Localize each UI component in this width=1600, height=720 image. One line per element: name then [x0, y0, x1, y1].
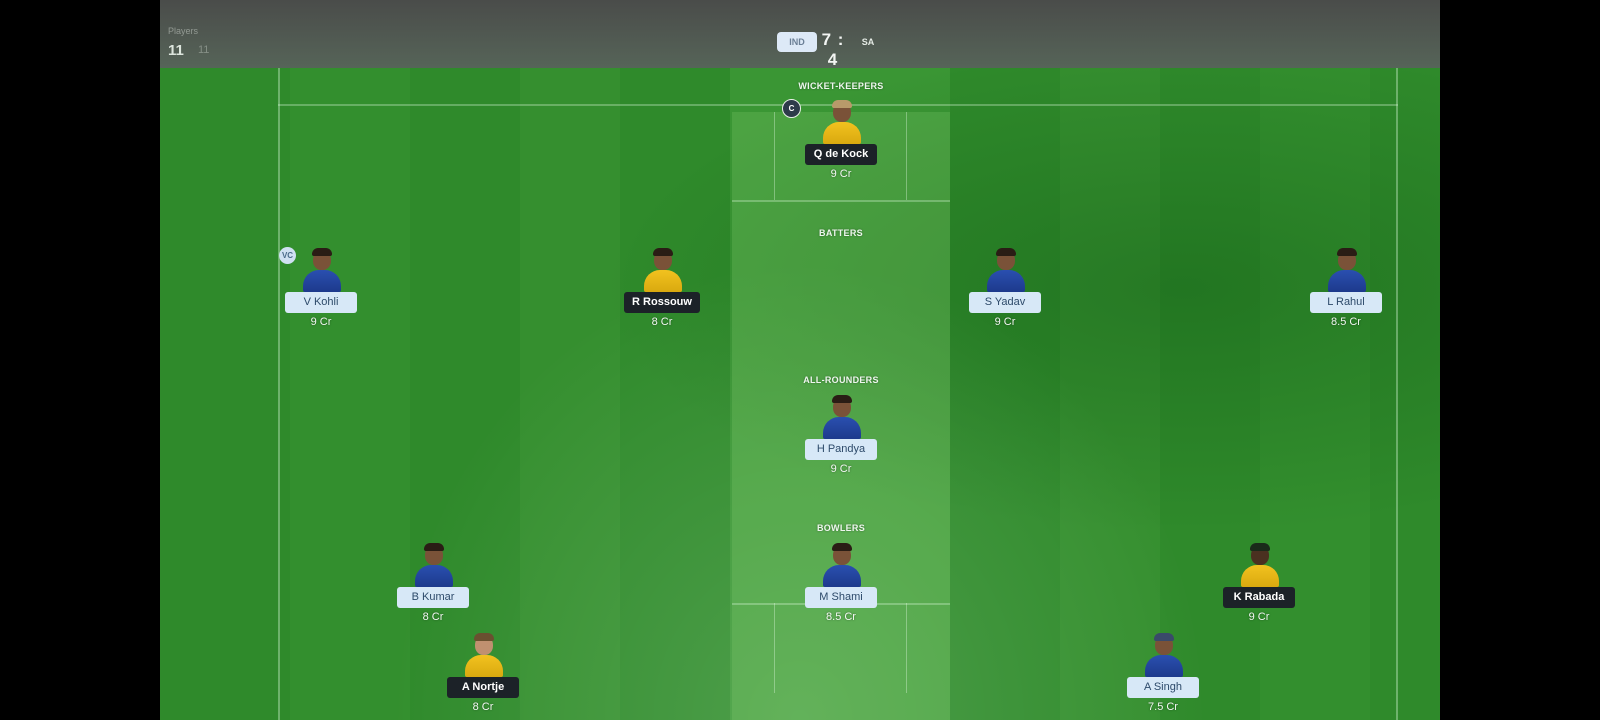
player-credits: 7.5 Cr: [1148, 701, 1178, 713]
player-credits: 8 Cr: [472, 701, 494, 713]
player-card[interactable]: S Yadav 9 Cr: [950, 248, 1060, 328]
player-card[interactable]: H Pandya 9 Cr: [786, 395, 896, 475]
section-batters: BATTERS: [819, 228, 863, 238]
team-preview-screen: Players 11 11 IND 7 : 4 SA WICKET-KEEPER…: [160, 0, 1440, 720]
player-credits: 9 Cr: [310, 316, 332, 328]
player-name: R Rossouw: [624, 292, 700, 313]
team-left-badge: IND: [777, 32, 817, 52]
player-avatar: [1326, 248, 1366, 292]
player-name: Q de Kock: [805, 144, 877, 165]
player-avatar: [301, 248, 341, 292]
player-card[interactable]: M Shami 8.5 Cr: [786, 543, 896, 623]
player-avatar: [463, 633, 503, 677]
player-name: M Shami: [805, 587, 877, 608]
player-card[interactable]: Q de Kock 9 Cr: [786, 100, 896, 180]
player-credits: 9 Cr: [830, 463, 852, 475]
player-name: V Kohli: [285, 292, 357, 313]
team-score: IND 7 : 4 SA: [160, 30, 1440, 69]
player-avatar: [985, 248, 1025, 292]
player-credits: 8 Cr: [651, 316, 673, 328]
score-text: 7 : 4: [821, 30, 845, 69]
player-credits: 8 Cr: [422, 611, 444, 623]
player-card[interactable]: R Rossouw 8 Cr: [607, 248, 717, 328]
return-crease: [906, 603, 907, 693]
captain-badge: C: [782, 99, 801, 118]
boundary-line-right: [1396, 68, 1398, 720]
player-card[interactable]: B Kumar 8 Cr: [378, 543, 488, 623]
return-crease: [906, 112, 907, 200]
player-card[interactable]: K Rabada 9 Cr: [1204, 543, 1314, 623]
pitch-crease-top: [732, 200, 950, 202]
boundary-line-left: [278, 68, 280, 720]
player-name: L Rahul: [1310, 292, 1382, 313]
player-credits: 9 Cr: [830, 168, 852, 180]
header-bar: Players 11 11 IND 7 : 4 SA: [160, 0, 1440, 69]
return-crease: [774, 603, 775, 693]
player-avatar: [1239, 543, 1279, 587]
player-credits: 9 Cr: [994, 316, 1016, 328]
player-avatar: [642, 248, 682, 292]
section-bowlers: BOWLERS: [816, 523, 866, 533]
player-avatar: [1143, 633, 1183, 677]
player-name: H Pandya: [805, 439, 877, 460]
section-wicket-keepers: WICKET-KEEPERS: [798, 81, 884, 91]
player-name: S Yadav: [969, 292, 1041, 313]
player-card[interactable]: L Rahul 8.5 Cr: [1291, 248, 1401, 328]
vice-captain-badge: VC: [279, 247, 296, 264]
player-credits: 8.5 Cr: [826, 611, 856, 623]
team-right-badge: SA: [861, 37, 875, 47]
player-avatar: [821, 100, 861, 144]
player-card[interactable]: A Nortje 8 Cr: [428, 633, 538, 713]
player-name: K Rabada: [1223, 587, 1295, 608]
section-all-rounders: ALL-ROUNDERS: [803, 375, 879, 385]
player-name: A Nortje: [447, 677, 519, 698]
player-name: B Kumar: [397, 587, 469, 608]
player-name: A Singh: [1127, 677, 1199, 698]
player-avatar: [413, 543, 453, 587]
player-avatar: [821, 543, 861, 587]
player-credits: 8.5 Cr: [1331, 316, 1361, 328]
player-avatar: [821, 395, 861, 439]
player-credits: 9 Cr: [1248, 611, 1270, 623]
player-card[interactable]: A Singh 7.5 Cr: [1108, 633, 1218, 713]
return-crease: [774, 112, 775, 200]
